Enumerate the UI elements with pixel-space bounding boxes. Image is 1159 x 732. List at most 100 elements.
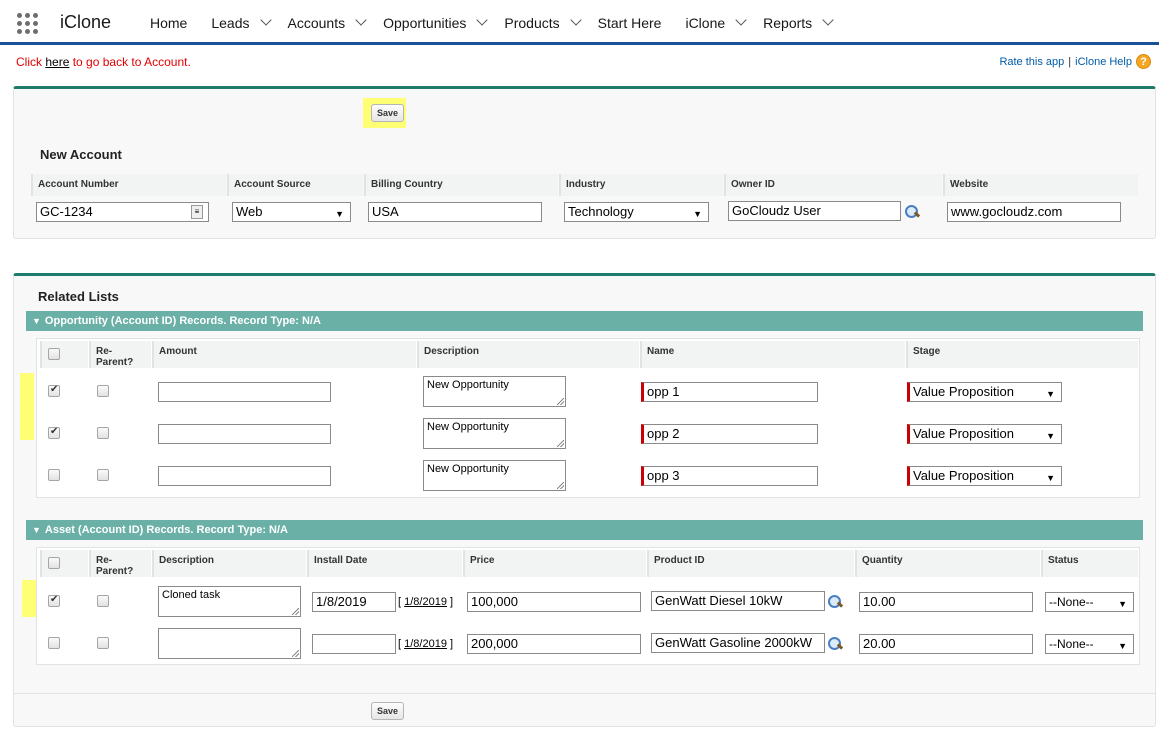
select-all-checkbox[interactable] <box>48 348 60 360</box>
amount-input[interactable] <box>158 424 331 444</box>
chevron-down-icon[interactable] <box>569 13 582 26</box>
reparent-checkbox[interactable] <box>97 427 109 439</box>
website-input[interactable]: www.gocloudz.com <box>947 202 1121 222</box>
description-textarea[interactable] <box>158 628 301 659</box>
lookup-search-icon[interactable] <box>827 594 843 610</box>
chevron-down-icon[interactable] <box>822 13 834 26</box>
install-date-input[interactable]: 1/8/2019 <box>312 592 396 612</box>
account-number-input[interactable]: GC-1234 <box>36 202 209 222</box>
nav-item-iclone[interactable]: iClone <box>667 0 757 45</box>
amount-input[interactable] <box>158 466 331 486</box>
description-textarea[interactable]: New Opportunity <box>423 376 566 407</box>
col-account-number: Account Number <box>31 174 226 196</box>
row-select-checkbox[interactable] <box>48 469 60 481</box>
price-input[interactable]: 200,000 <box>467 634 641 654</box>
nav-item-start-here[interactable]: Start Here <box>592 0 668 45</box>
help-icon[interactable]: ? <box>1136 54 1151 69</box>
quantity-input[interactable]: 10.00 <box>859 592 1033 612</box>
autonumber-icon[interactable]: ≡ <box>191 205 203 219</box>
industry-select[interactable]: Technology <box>564 202 709 222</box>
chevron-down-icon[interactable] <box>735 13 747 26</box>
stage-select[interactable]: Value Proposition <box>907 466 1062 486</box>
nav-item-reports[interactable]: Reports <box>757 0 844 45</box>
col-description: Description <box>417 341 639 368</box>
description-textarea[interactable]: New Opportunity <box>423 418 566 449</box>
product-id-input[interactable]: GenWatt Diesel 10kW <box>651 591 825 611</box>
reparent-checkbox[interactable] <box>97 385 109 397</box>
status-select[interactable]: --None-- <box>1045 592 1134 612</box>
footer-divider <box>14 693 1155 694</box>
rate-app-link[interactable]: Rate this app <box>999 56 1064 68</box>
iclone-help-link[interactable]: iClone Help <box>1075 56 1132 68</box>
collapse-triangle-icon[interactable]: ▼ <box>32 311 41 331</box>
col-price: Price <box>463 550 646 577</box>
app-name: iClone <box>60 12 112 32</box>
status-select[interactable]: --None-- <box>1045 634 1134 654</box>
col-description: Description <box>152 550 306 577</box>
save-button-bottom[interactable]: Save <box>371 702 405 720</box>
col-owner-id: Owner ID <box>724 174 942 196</box>
col-stage: Stage <box>906 341 1138 368</box>
link-separator: | <box>1068 55 1072 68</box>
row-select-checkbox[interactable] <box>48 637 60 649</box>
price-input[interactable]: 100,000 <box>467 592 641 612</box>
chevron-down-icon[interactable] <box>259 13 272 26</box>
today-date-link[interactable]: [ 1/8/2019 ] <box>398 638 453 650</box>
back-to-account-message: Click here to go back to Account. <box>16 55 191 69</box>
name-input[interactable]: opp 2 <box>641 424 818 444</box>
col-quantity: Quantity <box>855 550 1040 577</box>
col-account-source: Account Source <box>227 174 363 196</box>
owner-id-input[interactable]: GoCloudz User <box>728 201 901 221</box>
amount-input[interactable] <box>158 382 331 402</box>
row-select-checkbox[interactable] <box>48 594 60 607</box>
stage-select[interactable]: Value Proposition <box>907 424 1062 444</box>
nav-item-opportunities[interactable]: Opportunities <box>377 0 498 45</box>
stage-select[interactable]: Value Proposition <box>907 382 1062 402</box>
save-button-top[interactable]: Save <box>371 104 405 122</box>
lookup-search-icon[interactable] <box>904 204 920 220</box>
nav-item-leads[interactable]: Leads <box>193 0 281 45</box>
reparent-checkbox[interactable] <box>97 595 109 607</box>
name-input[interactable]: opp 3 <box>641 466 818 486</box>
highlight-marker <box>22 580 36 617</box>
related-lists-title: Related Lists <box>38 289 119 304</box>
col-industry: Industry <box>559 174 723 196</box>
collapse-triangle-icon[interactable]: ▼ <box>32 520 41 540</box>
app-launcher-icon[interactable] <box>17 13 38 34</box>
asset-section-bar[interactable]: ▼ Asset (Account ID) Records. Record Type… <box>26 520 1143 540</box>
new-account-title: New Account <box>40 147 122 162</box>
description-textarea[interactable]: New Opportunity <box>423 460 566 491</box>
product-id-input[interactable]: GenWatt Gasoline 2000kW <box>651 633 825 653</box>
nav-item-home[interactable]: Home <box>132 0 193 45</box>
today-date-link[interactable]: [ 1/8/2019 ] <box>398 596 453 608</box>
col-website: Website <box>943 174 1138 196</box>
account-panel: Save New Account Account Number Account … <box>13 86 1156 239</box>
reparent-checkbox[interactable] <box>97 469 109 481</box>
back-to-account-link[interactable]: here <box>45 55 69 69</box>
nav-item-accounts[interactable]: Accounts <box>282 0 378 45</box>
description-textarea[interactable]: Cloned task <box>158 586 301 617</box>
lookup-search-icon[interactable] <box>827 636 843 652</box>
top-nav: iClone Home Leads Accounts Opportunities… <box>0 0 1159 45</box>
opportunity-section-bar[interactable]: ▼ Opportunity (Account ID) Records. Recor… <box>26 311 1143 331</box>
nav-item-products[interactable]: Products <box>498 0 591 45</box>
col-amount: Amount <box>152 341 416 368</box>
chevron-down-icon[interactable] <box>355 13 367 26</box>
install-date-input[interactable] <box>312 634 396 654</box>
col-reparent: Re-Parent? <box>89 341 151 368</box>
reparent-checkbox[interactable] <box>97 637 109 649</box>
col-status: Status <box>1041 550 1138 577</box>
select-all-checkbox[interactable] <box>48 557 60 569</box>
highlight-marker <box>20 373 34 440</box>
row-select-checkbox[interactable] <box>48 384 60 397</box>
col-reparent: Re-Parent? <box>89 550 151 577</box>
col-name: Name <box>640 341 905 368</box>
row-select-checkbox[interactable] <box>48 426 60 439</box>
billing-country-input[interactable]: USA <box>368 202 542 222</box>
col-install-date: Install Date <box>307 550 462 577</box>
nav-items: Home Leads Accounts Opportunities Produc… <box>132 0 844 45</box>
chevron-down-icon[interactable] <box>476 13 489 26</box>
account-source-select[interactable]: Web <box>232 202 351 222</box>
quantity-input[interactable]: 20.00 <box>859 634 1033 654</box>
name-input[interactable]: opp 1 <box>641 382 818 402</box>
